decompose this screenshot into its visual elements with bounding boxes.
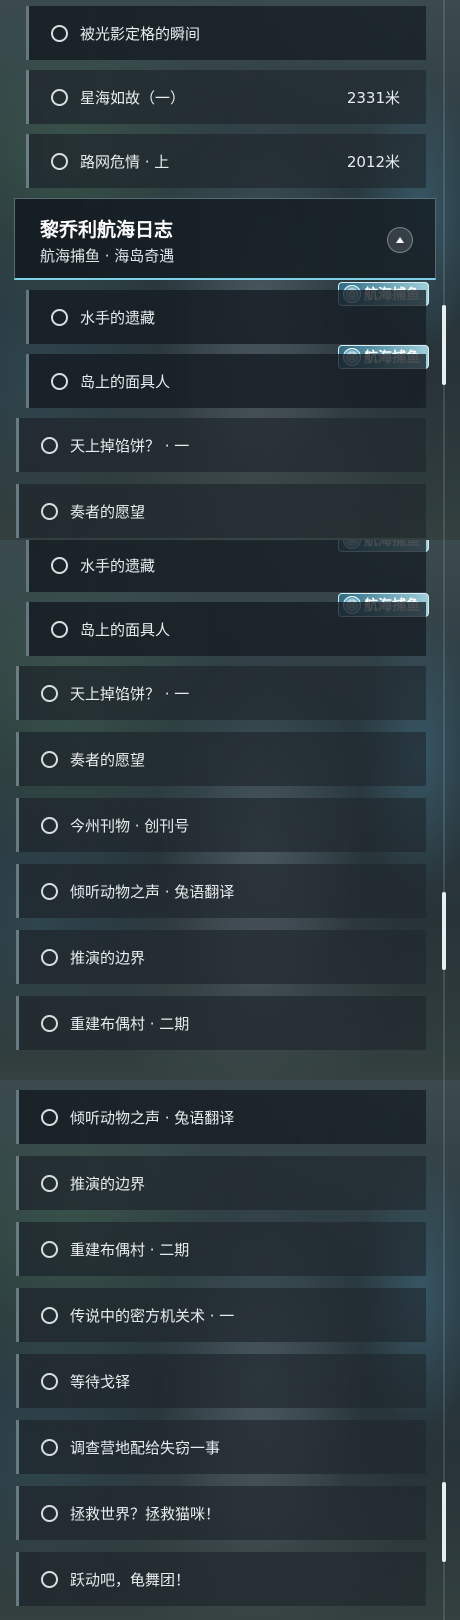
circle-icon (51, 556, 68, 574)
circle-icon (41, 1306, 58, 1324)
scrollbar-thumb[interactable] (442, 1482, 446, 1562)
quest-label: 重建布偶村 · 二期 (70, 1014, 190, 1033)
circle-icon (51, 620, 68, 638)
quest-row[interactable]: 被光影定格的瞬间 (26, 6, 426, 60)
quest-row[interactable]: 水手的遗藏 (26, 540, 426, 592)
circle-icon (41, 1372, 58, 1390)
quest-label: 天上掉馅饼？ · 一 (70, 436, 190, 455)
circle-icon (41, 750, 58, 768)
quest-row[interactable]: 等待戈铎 (16, 1354, 426, 1408)
quest-label: 奏者的愿望 (70, 750, 146, 769)
circle-icon (51, 24, 68, 42)
quest-label: 水手的遗藏 (80, 556, 156, 575)
quest-distance: 2331米 (346, 88, 400, 107)
scrollbar-thumb[interactable] (442, 305, 446, 385)
quest-row[interactable]: 传说中的密方机关术 · 一 (16, 1288, 426, 1342)
quest-group-title: 黎乔利航海日志 (40, 219, 174, 241)
collapse-button[interactable] (387, 227, 413, 253)
quest-list-panel-1: 被光影定格的瞬间 星海如故（一） 2331米 路网危情 · 上 2012米 黎乔… (0, 0, 460, 540)
quest-label: 岛上的面具人 (80, 372, 171, 391)
quest-label: 岛上的面具人 (80, 620, 171, 639)
circle-icon (41, 882, 58, 900)
quest-group-subtitle: 航海捕鱼 · 海岛奇遇 (40, 247, 175, 265)
quest-row[interactable]: 推演的边界 (16, 930, 426, 984)
scrollbar-track[interactable] (443, 0, 445, 540)
quest-list-panel-2: ◎ 航海捕鱼 水手的遗藏 ◎ 航海捕鱼 岛上的面具人 天上掉馅饼？ · 一 奏者… (0, 540, 460, 1080)
quest-row[interactable]: 天上掉馅饼？ · 一 (16, 666, 426, 720)
quest-row[interactable]: 拯救世界？拯救猫咪！ (16, 1486, 426, 1540)
quest-row[interactable]: 奏者的愿望 (16, 732, 426, 786)
circle-icon (51, 308, 68, 326)
quest-row[interactable]: 奏者的愿望 (16, 484, 426, 538)
quest-row[interactable]: 倾听动物之声 · 兔语翻译 (16, 864, 426, 918)
quest-row[interactable]: 岛上的面具人 (26, 602, 426, 656)
scrollbar-track[interactable] (443, 540, 445, 1080)
quest-row[interactable]: 跃动吧，龟舞团！ (16, 1552, 426, 1606)
quest-group-header[interactable]: 黎乔利航海日志 航海捕鱼 · 海岛奇遇 (14, 198, 436, 280)
circle-icon (51, 372, 68, 390)
circle-icon (41, 948, 58, 966)
scrollbar-thumb[interactable] (442, 892, 446, 970)
circle-icon (51, 88, 68, 106)
circle-icon (41, 1108, 58, 1126)
quest-row[interactable]: 今州刊物 · 创刊号 (16, 798, 426, 852)
quest-label: 调查营地配给失窃一事 (70, 1438, 221, 1457)
quest-label: 重建布偶村 · 二期 (70, 1240, 190, 1259)
quest-list-panel-3: 倾听动物之声 · 兔语翻译 推演的边界 重建布偶村 · 二期 传说中的密方机关术… (0, 1080, 460, 1620)
circle-icon (41, 1240, 58, 1258)
circle-icon (41, 1174, 58, 1192)
circle-icon (41, 1014, 58, 1032)
quest-row[interactable]: 调查营地配给失窃一事 (16, 1420, 426, 1474)
circle-icon (41, 1504, 58, 1522)
quest-label: 倾听动物之声 · 兔语翻译 (70, 882, 235, 901)
quest-distance: 2012米 (346, 152, 400, 171)
quest-label: 星海如故（一） (80, 88, 186, 107)
circle-icon (41, 1570, 58, 1588)
circle-icon (41, 502, 58, 520)
quest-label: 天上掉馅饼？ · 一 (70, 684, 190, 703)
quest-row[interactable]: 星海如故（一） 2331米 (26, 70, 426, 124)
quest-label: 水手的遗藏 (80, 308, 156, 327)
quest-row[interactable]: 天上掉馅饼？ · 一 (16, 418, 426, 472)
quest-label: 奏者的愿望 (70, 502, 146, 521)
quest-label: 今州刊物 · 创刊号 (70, 816, 190, 835)
quest-label: 拯救世界？拯救猫咪！ (70, 1504, 221, 1523)
quest-row[interactable]: 重建布偶村 · 二期 (16, 996, 426, 1050)
quest-row[interactable]: 路网危情 · 上 2012米 (26, 134, 426, 188)
quest-row[interactable]: 推演的边界 (16, 1156, 426, 1210)
triangle-up-icon (396, 237, 404, 243)
circle-icon (41, 1438, 58, 1456)
quest-label: 等待戈铎 (70, 1372, 131, 1391)
quest-row[interactable]: 水手的遗藏 (26, 290, 426, 344)
quest-label: 跃动吧，龟舞团！ (70, 1570, 191, 1589)
circle-icon (41, 436, 58, 454)
quest-label: 传说中的密方机关术 · 一 (70, 1306, 235, 1325)
circle-icon (51, 152, 68, 170)
quest-label: 路网危情 · 上 (80, 152, 170, 171)
quest-label: 推演的边界 (70, 1174, 146, 1193)
quest-label: 倾听动物之声 · 兔语翻译 (70, 1108, 235, 1127)
quest-label: 推演的边界 (70, 948, 146, 967)
circle-icon (41, 816, 58, 834)
quest-row[interactable]: 倾听动物之声 · 兔语翻译 (16, 1090, 426, 1144)
circle-icon (41, 684, 58, 702)
quest-label: 被光影定格的瞬间 (80, 24, 201, 43)
quest-row[interactable]: 重建布偶村 · 二期 (16, 1222, 426, 1276)
quest-row[interactable]: 岛上的面具人 (26, 354, 426, 408)
